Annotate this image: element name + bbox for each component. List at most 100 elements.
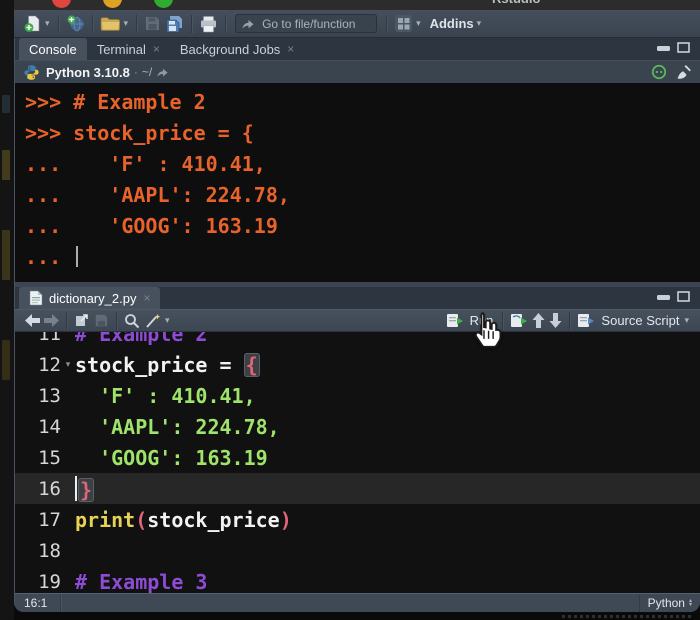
run-previous-button[interactable] [530,309,547,333]
editor-body[interactable]: 11# Example 212▾stock_price = {13 'F' : … [15,332,700,593]
addins-grid-button[interactable] [392,12,415,36]
code-area[interactable]: 11# Example 212▾stock_price = {13 'F' : … [15,332,700,593]
code-tools-dropdown-icon[interactable]: ▾ [165,316,170,325]
save-all-button[interactable] [163,12,186,36]
save-editor-icon [94,313,109,328]
down-arrow-icon [549,313,562,328]
code-text: # Example 2 [75,332,207,346]
zoom-window-button[interactable] [154,0,173,8]
code-line-18[interactable]: 18 [15,535,700,566]
open-file-dropdown-icon[interactable]: ▾ [124,19,129,28]
code-line-19[interactable]: 19 # Example 3 [15,566,700,593]
console-line: >>> # Example 2 [25,87,700,118]
python-logo-icon [23,64,40,81]
rerun-button[interactable] [508,309,530,333]
line-number: 19 [15,571,61,593]
code-text: 'F' : 410.41, [75,384,256,408]
desktop-bottom [14,612,700,620]
tab-terminal[interactable]: Terminal× [87,38,170,60]
toolbar-separator [116,312,117,330]
fold-arrow-icon[interactable]: ▾ [61,359,75,370]
new-project-icon [66,14,85,33]
code-line-15[interactable]: 15 'GOOG': 163.19 [15,442,700,473]
tab-console[interactable]: Console [19,38,87,60]
editor-tab-dictionary-2[interactable]: dictionary_2.py × [19,287,160,309]
language-selector[interactable]: Python ▴▾ [639,594,700,612]
toolbar-separator [58,15,59,33]
goto-file-input[interactable] [235,14,377,33]
hand-cursor [468,311,504,351]
minimize-window-button[interactable] [103,0,122,8]
toolbar-separator [386,15,387,33]
forward-icon [44,314,59,327]
run-icon [446,313,464,329]
source-script-label[interactable]: Source Script [601,313,679,328]
code-text: # Example 3 [75,570,207,594]
find-button[interactable] [122,309,142,333]
new-project-button[interactable] [64,12,87,36]
source-script-button[interactable] [575,309,597,333]
maximize-pane-icon[interactable] [677,42,690,53]
open-directory-icon[interactable] [156,66,169,78]
console-tabbar: ConsoleTerminal× Background Jobs × [15,38,700,60]
goto-file-search[interactable] [235,14,377,33]
console-line: ... [25,242,700,273]
close-window-button[interactable] [52,0,71,8]
forward-button[interactable] [42,309,61,333]
open-new-window-button[interactable] [72,309,92,333]
line-number: 18 [15,540,61,562]
tab-background-jobs[interactable]: Background Jobs × [170,38,304,60]
editor-toolbar: ▾ Run [15,309,700,332]
clear-console-icon[interactable] [675,64,692,80]
console-header-controls [651,64,692,80]
close-tab-icon[interactable]: × [153,43,160,55]
main-toolbar: ▾ ▾ [14,10,700,38]
console-tabs: ConsoleTerminal× Background Jobs × [19,38,304,60]
console-output[interactable]: >>> # Example 2>>> stock_price = {... 'F… [15,83,700,282]
addins-button[interactable]: Addins [430,16,474,31]
code-line-12[interactable]: 12▾stock_price = { [15,349,700,380]
minimize-pane-icon[interactable] [657,43,670,53]
rstudio-window: Rstudio ▾ [14,0,700,612]
line-number: 13 [15,385,61,407]
open-file-button[interactable] [98,12,123,36]
code-line-13[interactable]: 13 'F' : 410.41, [15,380,700,411]
console-pane-controls [657,42,690,53]
save-editor-button[interactable] [92,309,111,333]
editor-tab-filename: dictionary_2.py [49,291,136,306]
console-line: ... 'AAPL': 224.78, [25,180,700,211]
code-tools-button[interactable] [142,309,164,333]
run-next-button[interactable] [547,309,564,333]
close-tab-icon[interactable]: × [287,43,294,55]
language-spinner-icon[interactable]: ▴▾ [689,599,692,607]
line-number: 12 [15,354,61,376]
new-file-dropdown-icon[interactable]: ▾ [45,19,50,28]
new-file-icon [23,14,42,33]
addins-grid-dropdown-icon[interactable]: ▾ [416,19,421,28]
new-file-button[interactable] [21,12,44,36]
open-folder-icon [100,15,121,32]
minimize-pane-icon[interactable] [657,292,670,302]
desktop-artifact [2,95,10,113]
console-engine-label: Python 3.10.8 [46,65,130,80]
line-number: 15 [15,447,61,469]
source-dropdown-icon[interactable]: ▾ [684,316,689,325]
close-tab-icon[interactable]: × [143,292,150,304]
maximize-pane-icon[interactable] [677,291,690,302]
code-line-14[interactable]: 14 'AAPL': 224.78, [15,411,700,442]
code-text: stock_price = { [75,353,260,377]
code-text: } [75,476,94,502]
toolbar-separator [66,312,67,330]
code-line-17[interactable]: 17print(stock_price) [15,504,700,535]
code-line-16[interactable]: 16} [15,473,700,504]
tab-label: Background Jobs [180,42,280,57]
code-text: print(stock_price) [75,508,292,532]
back-button[interactable] [23,309,42,333]
save-button[interactable] [142,12,163,36]
working-directory[interactable]: ~/ [142,65,152,79]
run-button[interactable] [444,309,466,333]
addins-dropdown-icon[interactable]: ▾ [477,19,482,28]
print-button[interactable] [197,12,220,36]
session-status-icon[interactable] [651,64,667,80]
code-line-11[interactable]: 11# Example 2 [15,332,700,349]
